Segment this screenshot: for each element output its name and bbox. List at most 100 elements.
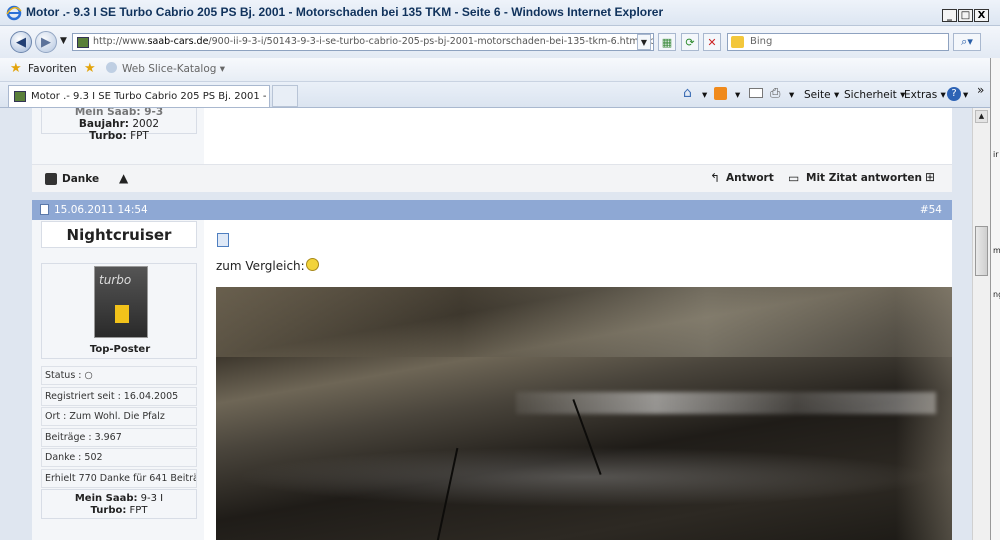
refresh-icon: ⟳ xyxy=(685,35,695,49)
scroll-thumb[interactable] xyxy=(975,226,988,276)
web-slice-gallery[interactable]: Web Slice-Katalog ▾ xyxy=(122,63,225,75)
favorites-star-icon: ★ xyxy=(10,61,22,76)
window-title: Motor .- 9.3 I SE Turbo Cabrio 205 PS Bj… xyxy=(26,5,664,19)
rss-feed-icon[interactable] xyxy=(714,87,727,100)
page-menu[interactable]: Seite ▾ xyxy=(804,89,839,101)
avatar-text: turbo xyxy=(99,273,132,287)
user-stat-thanks: Danke : 502 xyxy=(41,448,197,467)
address-prefix: http://www. xyxy=(93,36,148,47)
vertical-scrollbar[interactable]: ▲ xyxy=(972,108,990,540)
reply-arrow-icon: ↰ xyxy=(710,171,721,185)
post-text: zum Vergleich: xyxy=(216,259,305,273)
new-tab-button[interactable] xyxy=(272,85,298,107)
close-button[interactable]: X xyxy=(974,9,989,22)
prev-mein-saab: Mein Saab: 9-3 xyxy=(74,108,164,118)
search-button[interactable]: ⌕▾ xyxy=(953,33,981,51)
quote-icon: ▭ xyxy=(788,171,800,185)
prev-baujahr-value: 2002 xyxy=(132,118,160,130)
multiquote-icon[interactable]: ⊞ xyxy=(925,170,935,184)
favorites-bar: ★ Favoriten ★ Web Slice-Katalog ▾ xyxy=(0,58,1000,82)
stop-button[interactable]: ✕ xyxy=(703,33,721,51)
address-field[interactable]: http://www.saab-cars.de/900-ii-9-3-i/501… xyxy=(72,33,654,51)
tab-active[interactable]: Motor .- 9.3 I SE Turbo Cabrio 205 PS Bj… xyxy=(8,85,270,107)
tab-bar: Motor .- 9.3 I SE Turbo Cabrio 205 PS Bj… xyxy=(0,82,1000,108)
previous-post-actions: Danke ▲ ↰ Antwort ▭ Mit Zitat antworten … xyxy=(32,164,952,192)
address-path: /900-ii-9-3-i/50143-9-3-i-se-turbo-cabri… xyxy=(208,36,653,47)
help-icon[interactable]: ? xyxy=(947,87,961,101)
avatar[interactable]: turbo xyxy=(94,266,148,338)
turbo-value: FPT xyxy=(129,505,148,516)
edge-text: ng xyxy=(993,290,1000,299)
window-titlebar: Motor .- 9.3 I SE Turbo Cabrio 205 PS Bj… xyxy=(0,0,1000,26)
post-icon xyxy=(40,204,49,215)
user-stat-location: Ort : Zum Wohl. Die Pfalz xyxy=(41,407,197,426)
print-icon[interactable]: ⎙ xyxy=(770,86,780,101)
background-window-edge: ir m ng xyxy=(990,58,1000,540)
address-toolbar: ◀ ▶ ▼ http://www.saab-cars.de/900-ii-9-3… xyxy=(0,26,1000,58)
scroll-up-button[interactable]: ▲ xyxy=(975,110,988,123)
more-commands[interactable]: » xyxy=(977,83,984,97)
image-highlight xyxy=(516,392,936,414)
user-avatar-box: turbo Top-Poster xyxy=(41,263,197,359)
reply-button[interactable]: Antwort xyxy=(726,172,774,184)
history-dropdown-icon[interactable]: ▼ xyxy=(60,36,67,46)
back-button[interactable]: ◀ xyxy=(10,31,32,53)
maximize-button[interactable]: □ xyxy=(958,9,973,22)
mein-saab-label: Mein Saab: xyxy=(74,493,138,504)
reply-with-quote-button[interactable]: Mit Zitat antworten xyxy=(806,172,922,184)
prev-turbo-value: FPT xyxy=(130,130,149,142)
previous-userinfo: Mein Saab: 9-3 Baujahr: 2002 Turbo: FPT xyxy=(41,108,197,142)
address-domain: saab-cars.de xyxy=(147,36,209,47)
user-stat-status: Status : ○ xyxy=(41,366,197,385)
add-favorite-icon[interactable]: ★ xyxy=(84,61,96,76)
arrow-left-icon: ◀ xyxy=(16,34,26,50)
tab-label: Motor .- 9.3 I SE Turbo Cabrio 205 PS Bj… xyxy=(31,91,269,102)
internet-explorer-icon xyxy=(6,5,22,21)
image-glare xyxy=(236,447,936,507)
search-placeholder: Bing xyxy=(750,36,773,47)
thumbs-up-icon xyxy=(45,173,57,185)
home-dropdown-icon[interactable]: ▾ xyxy=(702,89,707,101)
post-doc-icon xyxy=(217,233,229,247)
site-favicon xyxy=(77,37,89,48)
address-dropdown-button[interactable]: ▼ xyxy=(637,34,651,50)
griffin-badge-icon xyxy=(115,305,129,323)
mein-saab-value: 9-3 I xyxy=(140,493,164,504)
safety-menu[interactable]: Sicherheit ▾ xyxy=(844,89,905,101)
user-rank: Top-Poster xyxy=(89,344,151,355)
post-number-link[interactable]: #54 xyxy=(920,204,942,216)
favorites-button[interactable]: Favoriten xyxy=(28,63,77,75)
help-dropdown-icon[interactable]: ▾ xyxy=(963,89,968,101)
refresh-button[interactable]: ⟳ xyxy=(681,33,699,51)
edge-text: ir xyxy=(993,150,999,159)
user-stat-posts: Beiträge : 3.967 xyxy=(41,428,197,447)
turbo-label: Turbo: xyxy=(90,505,127,516)
post-date: 15.06.2011 14:54 xyxy=(54,204,148,216)
prev-turbo-label: Turbo: xyxy=(89,130,127,142)
post-header: 15.06.2011 14:54 #54 xyxy=(32,200,952,220)
forward-button[interactable]: ▶ xyxy=(35,31,57,53)
search-input[interactable]: Bing xyxy=(727,33,949,51)
magnifier-icon: ⌕▾ xyxy=(961,35,973,48)
username-link[interactable]: Nightcruiser xyxy=(41,221,197,248)
danke-button[interactable]: Danke xyxy=(62,173,99,185)
bing-icon xyxy=(731,36,744,48)
report-warning-icon[interactable]: ▲ xyxy=(119,171,128,185)
stop-icon: ✕ xyxy=(707,35,717,49)
print-dropdown-icon[interactable]: ▾ xyxy=(789,89,794,101)
home-icon[interactable]: ⌂ xyxy=(683,85,692,101)
user-stat-received-thanks: Erhielt 770 Danke für 641 Beiträge xyxy=(41,469,197,488)
compatibility-icon: ▦ xyxy=(661,35,673,49)
feed-dropdown-icon[interactable]: ▾ xyxy=(735,89,740,101)
smiley-icon xyxy=(306,258,319,271)
tab-favicon xyxy=(14,91,26,102)
post-image[interactable] xyxy=(216,287,952,540)
tools-menu[interactable]: Extras ▾ xyxy=(904,89,946,101)
web-slice-icon xyxy=(106,62,117,73)
arrow-right-icon: ▶ xyxy=(41,34,51,50)
minimize-button[interactable]: _ xyxy=(942,9,957,22)
mail-icon[interactable] xyxy=(749,88,763,98)
image-right-edge xyxy=(896,287,952,540)
user-stat-registered: Registriert seit : 16.04.2005 xyxy=(41,387,197,406)
compat-view-button[interactable]: ▦ xyxy=(658,33,676,51)
